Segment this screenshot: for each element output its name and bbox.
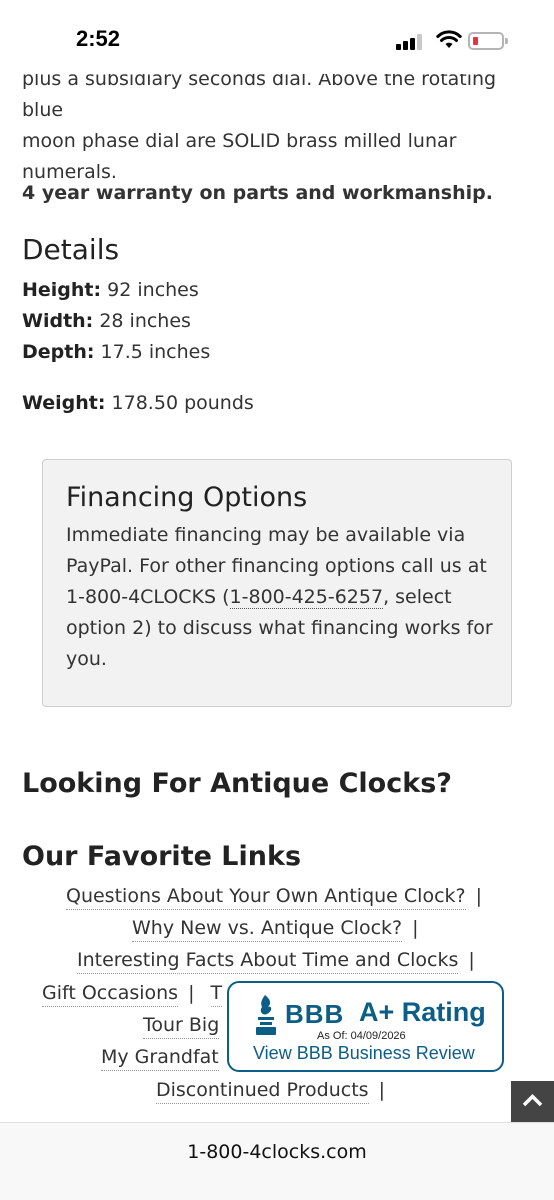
spec-weight: Weight: 178.50 pounds xyxy=(22,392,254,414)
bbb-logo: BBB xyxy=(285,999,345,1029)
spec-value: 178.50 pounds xyxy=(111,392,254,414)
link-row: Interesting Facts About Time and Clocks | xyxy=(77,949,475,974)
spec-value: 28 inches xyxy=(99,310,191,332)
link-row: Gift Occasions | T xyxy=(42,982,223,1007)
link-discontinued-products[interactable]: Discontinued Products xyxy=(156,1079,369,1104)
product-description: plus a subsidiary seconds dial. Above th… xyxy=(22,64,532,188)
link-new-vs-antique[interactable]: Why New vs. Antique Clock? xyxy=(132,917,403,942)
spec-label: Depth: xyxy=(22,341,95,363)
chevron-up-icon xyxy=(522,1094,543,1107)
bbb-torch-icon xyxy=(256,995,276,1035)
status-bar: 2:52 xyxy=(0,0,554,74)
spec-value: 92 inches xyxy=(107,279,199,301)
link-separator: | xyxy=(475,885,483,907)
bbb-review-link[interactable]: View BBB Business Review xyxy=(253,1043,475,1064)
bbb-rating-badge[interactable]: BBB A+ Rating As Of: 04/09/2026 View BBB… xyxy=(227,981,504,1072)
link-separator: | xyxy=(468,949,475,971)
favorite-links-heading: Our Favorite Links xyxy=(22,841,302,872)
scroll-to-top-button[interactable] xyxy=(511,1081,554,1122)
financing-title: Financing Options xyxy=(66,482,308,513)
status-time: 2:52 xyxy=(76,26,121,51)
financing-phone-link[interactable]: 1-800-425-6257 xyxy=(229,586,384,609)
page-content: plus a subsidiary seconds dial. Above th… xyxy=(0,0,554,1122)
spec-depth: Depth: 17.5 inches xyxy=(22,341,210,363)
link-row: Questions About Your Own Antique Clock? | xyxy=(66,885,483,910)
link-truncated[interactable]: T xyxy=(210,982,223,1007)
antique-clocks-heading: Looking For Antique Clocks? xyxy=(22,768,452,799)
financing-box: Financing Options Immediate financing ma… xyxy=(42,459,512,707)
spec-label: Weight: xyxy=(22,392,106,414)
financing-text: Immediate financing may be available via… xyxy=(66,520,496,675)
link-my-grandfather[interactable]: My Grandfat xyxy=(101,1046,219,1071)
link-gift-occasions[interactable]: Gift Occasions xyxy=(42,982,179,1007)
details-heading: Details xyxy=(22,233,120,266)
link-separator: | xyxy=(378,1079,385,1101)
link-separator: | xyxy=(188,982,195,1004)
warranty-text: 4 year warranty on parts and workmanship… xyxy=(22,182,493,204)
url-text: 1-800-4clocks.com xyxy=(187,1141,367,1163)
description-line: moon phase dial are SOLID brass milled l… xyxy=(22,130,457,152)
link-row: Discontinued Products | xyxy=(156,1079,385,1104)
link-separator: | xyxy=(412,917,419,939)
bbb-rating: A+ Rating xyxy=(359,997,486,1027)
link-facts-time-clocks[interactable]: Interesting Facts About Time and Clocks xyxy=(77,949,459,974)
spec-value: 17.5 inches xyxy=(100,341,211,363)
wifi-icon xyxy=(436,30,462,48)
link-row: Tour Big xyxy=(143,1014,220,1039)
bbb-date: As Of: 04/09/2026 xyxy=(317,1030,406,1042)
link-own-antique-clock[interactable]: Questions About Your Own Antique Clock? xyxy=(66,885,466,910)
browser-url-bar[interactable]: 1-800-4clocks.com xyxy=(0,1122,554,1200)
spec-label: Width: xyxy=(22,310,94,332)
link-tour[interactable]: Tour Big xyxy=(143,1014,220,1039)
spec-width: Width: 28 inches xyxy=(22,310,191,332)
link-row: My Grandfat xyxy=(101,1046,219,1071)
spec-height: Height: 92 inches xyxy=(22,279,199,301)
spec-label: Height: xyxy=(22,279,102,301)
cellular-signal-icon xyxy=(396,34,424,50)
battery-icon xyxy=(468,32,508,50)
link-row: Why New vs. Antique Clock? | xyxy=(132,917,419,942)
